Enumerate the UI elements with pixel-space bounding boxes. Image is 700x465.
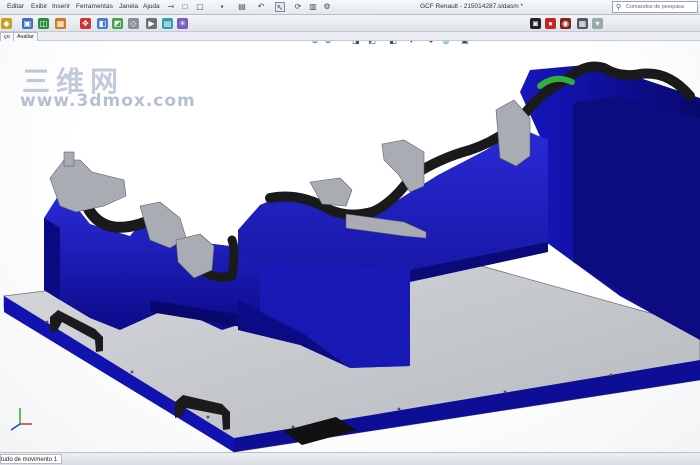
bottom-bar: tudo de movimento 1 [0, 452, 700, 465]
open-icon[interactable]: ▢ [195, 2, 205, 12]
tab-avaliar[interactable]: Avaliar [13, 32, 38, 41]
menu-janela[interactable]: Janela [119, 3, 138, 10]
menu-ferramentas[interactable]: Ferramentas [76, 3, 113, 10]
menu-inserir[interactable]: Inserir [52, 3, 70, 10]
graphics-area[interactable]: 三维网 www.3dmox.com ⊕ ⊕ ↶ ◨ ◩ ◧ ◐ ● ◍ ▣ [0, 41, 700, 452]
menu-bar: Editar Exibir Inserir Ferramentas Janela… [0, 0, 700, 15]
window-title: GCF Renault - 215014287.sldasm * [420, 3, 523, 10]
zoom-area-icon[interactable]: ⊕ [323, 41, 333, 46]
section-view-icon[interactable]: ◨ [351, 41, 361, 46]
photoview-icon[interactable]: ◉ [560, 18, 571, 29]
camera-icon[interactable]: ◙ [530, 18, 541, 29]
select-icon[interactable]: ↖ [275, 2, 285, 12]
axis-triad [10, 408, 32, 431]
rebuild-icon[interactable]: ⟳ [293, 2, 303, 12]
zoom-to-fit-icon[interactable]: ⊕ [310, 41, 320, 46]
move-component-icon[interactable]: ✥ [80, 18, 91, 29]
hide-show-icon[interactable]: ◐ [407, 41, 417, 46]
search-icon: ⚲ [616, 4, 622, 11]
mate-icon[interactable]: ◫ [38, 18, 49, 29]
watermark-url: www.3dmox.com [20, 91, 196, 111]
bill-of-materials-icon[interactable]: ▤ [162, 18, 173, 29]
tab-left[interactable]: ço [0, 32, 14, 41]
search-placeholder: Comandos de pesquisa [626, 4, 684, 10]
motion-study-tab[interactable]: tudo de movimento 1 [0, 454, 63, 464]
view-orientation-icon[interactable]: ◩ [367, 41, 377, 46]
command-tabs: ço Avaliar [0, 32, 700, 41]
insert-component-icon[interactable]: ▣ [22, 18, 33, 29]
options-icon[interactable]: ⚙ [322, 2, 332, 12]
new-document-icon[interactable]: □ [180, 2, 190, 12]
print-icon[interactable]: ▤ [237, 2, 247, 12]
menu-exibir[interactable]: Exibir [31, 3, 47, 10]
menu-editar[interactable]: Editar [7, 3, 24, 10]
search-commands-field[interactable]: ⚲ Comandos de pesquisa [612, 1, 698, 13]
exploded-view-icon[interactable]: ✳ [177, 18, 188, 29]
appearance-icon[interactable]: ▦ [577, 18, 588, 29]
view-settings-icon[interactable]: ▣ [460, 41, 470, 46]
more-icon[interactable]: ▾ [592, 18, 603, 29]
previous-view-icon[interactable]: ↶ [337, 41, 347, 46]
undo-icon[interactable]: ↶ [256, 2, 266, 12]
assembly-features-icon[interactable]: ◩ [112, 18, 123, 29]
menu-ajuda[interactable]: Ajuda [143, 3, 160, 10]
component-pattern-icon[interactable]: ▦ [55, 18, 66, 29]
pin-icon[interactable]: ⊸ [166, 2, 176, 12]
save-icon[interactable]: ▪ [217, 2, 227, 12]
show-hidden-icon[interactable]: ◧ [97, 18, 108, 29]
assembly-feature-icon[interactable]: ◆ [1, 18, 12, 29]
display-style-icon[interactable]: ◧ [388, 41, 398, 46]
edit-appearance-icon[interactable]: ● [426, 41, 436, 46]
command-manager: ◆ ▣ ◫ ▦ ✥ ◧ ◩ ◇ ▶ ▤ ✳ ◙ ● ◉ ▦ ▾ [0, 15, 700, 32]
file-properties-icon[interactable]: ▥ [308, 2, 318, 12]
apply-scene-icon[interactable]: ◍ [441, 41, 451, 46]
render-icon[interactable]: ● [545, 18, 556, 29]
reference-geometry-icon[interactable]: ◇ [128, 18, 139, 29]
new-motion-study-icon[interactable]: ▶ [146, 18, 157, 29]
